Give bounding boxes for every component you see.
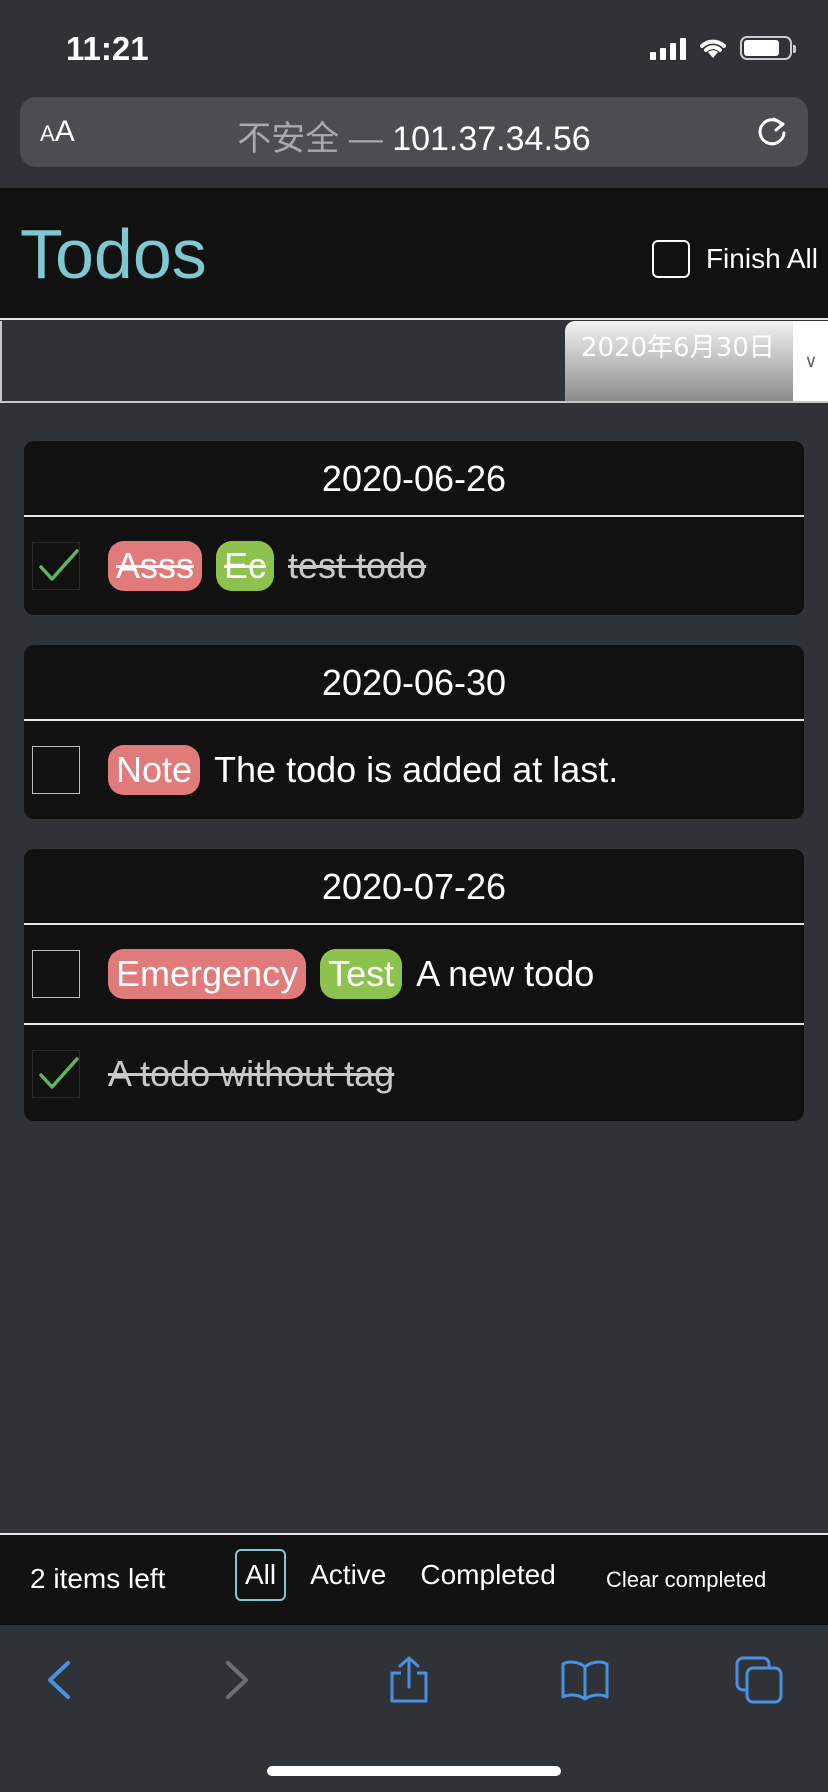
todo-content: Note The todo is added at last. [108,721,618,819]
group-date-header: 2020-07-26 [24,849,804,925]
filter-footer: 2 items left All Active Completed Clear … [0,1533,828,1625]
group-date-header: 2020-06-30 [24,645,804,721]
date-select-value: 2020年6月30日 [581,333,775,363]
todo-tag[interactable]: Asss [108,541,203,591]
filter-tabs: All Active Completed [235,1549,566,1601]
status-bar: 11:21 [0,0,828,92]
url-display[interactable]: 不安全 — 101.37.34.56 [20,111,808,160]
finish-all-toggle[interactable]: Finish All [651,240,818,278]
todo-tag[interactable]: Note [108,745,201,795]
todo-text[interactable]: The todo is added at last. [214,749,618,791]
todo-tag[interactable]: Test [320,949,403,999]
status-icons [650,36,796,60]
todo-item[interactable]: Note The todo is added at last. [24,721,804,819]
todo-item[interactable]: Emergency Test A new todo [24,925,804,1023]
new-todo-row: 2020年6月30日 ∨ [0,321,828,403]
todo-content: A todo without tag [108,1025,394,1121]
chevron-down-icon[interactable]: ∨ [793,321,828,401]
todo-item[interactable]: Asss Ec test todo [24,517,804,615]
filter-completed[interactable]: Completed [410,1549,565,1601]
todo-group: 2020-07-26 Emergency Test A new todo A todo … [24,849,804,1121]
todo-content: Asss Ec test todo [108,517,426,615]
group-date-header: 2020-06-26 [24,441,804,517]
tabs-icon[interactable] [734,1655,784,1705]
home-indicator [267,1766,561,1776]
filter-all[interactable]: All [235,1549,287,1601]
app-header: Todos Finish All [0,188,828,320]
items-left-count: 2 items left [30,1563,166,1594]
todo-tag[interactable]: Ec [216,541,275,591]
reload-icon[interactable] [754,113,790,149]
todo-checkbox[interactable] [32,1050,80,1098]
todo-groups: 2020-06-26 Asss Ec test todo 2020-06-30 Note T… [24,441,804,1151]
todo-group: 2020-06-26 Asss Ec test todo [24,441,804,615]
status-time: 11:21 [66,30,149,67]
todo-checkbox[interactable] [32,542,80,590]
filter-active[interactable]: Active [300,1549,396,1601]
finish-all-label: Finish All [705,243,818,274]
todo-content: Emergency Test A new todo [108,925,594,1023]
checkmark-icon [39,549,79,581]
battery-icon [740,36,796,60]
bookmarks-icon[interactable] [560,1655,610,1705]
cellular-signal-icon [650,36,686,60]
todo-tag[interactable]: Emergency [108,949,307,999]
new-todo-input[interactable] [2,321,564,401]
checkmark-icon [39,1057,79,1089]
back-icon[interactable] [36,1655,86,1705]
url-host: 101.37.34.56 [392,120,591,158]
insecure-label: 不安全 — [237,120,383,158]
todo-checkbox[interactable] [32,950,80,998]
todo-group: 2020-06-30 Note The todo is added at last. [24,645,804,819]
todo-text[interactable]: test todo [288,545,426,587]
finish-all-checkbox[interactable] [651,240,690,278]
date-select[interactable]: 2020年6月30日 [565,321,793,401]
share-icon[interactable] [384,1655,434,1705]
forward-icon[interactable] [210,1655,260,1705]
todo-text[interactable]: A new todo [416,953,594,995]
page-title: Todos [20,215,207,293]
todo-item[interactable]: A todo without tag [24,1023,804,1121]
todo-text[interactable]: A todo without tag [108,1053,394,1095]
address-bar[interactable]: AA 不安全 — 101.37.34.56 [20,97,808,167]
todo-checkbox[interactable] [32,746,80,794]
wifi-icon [700,39,726,58]
clear-completed-button[interactable]: Clear completed [606,1567,766,1593]
